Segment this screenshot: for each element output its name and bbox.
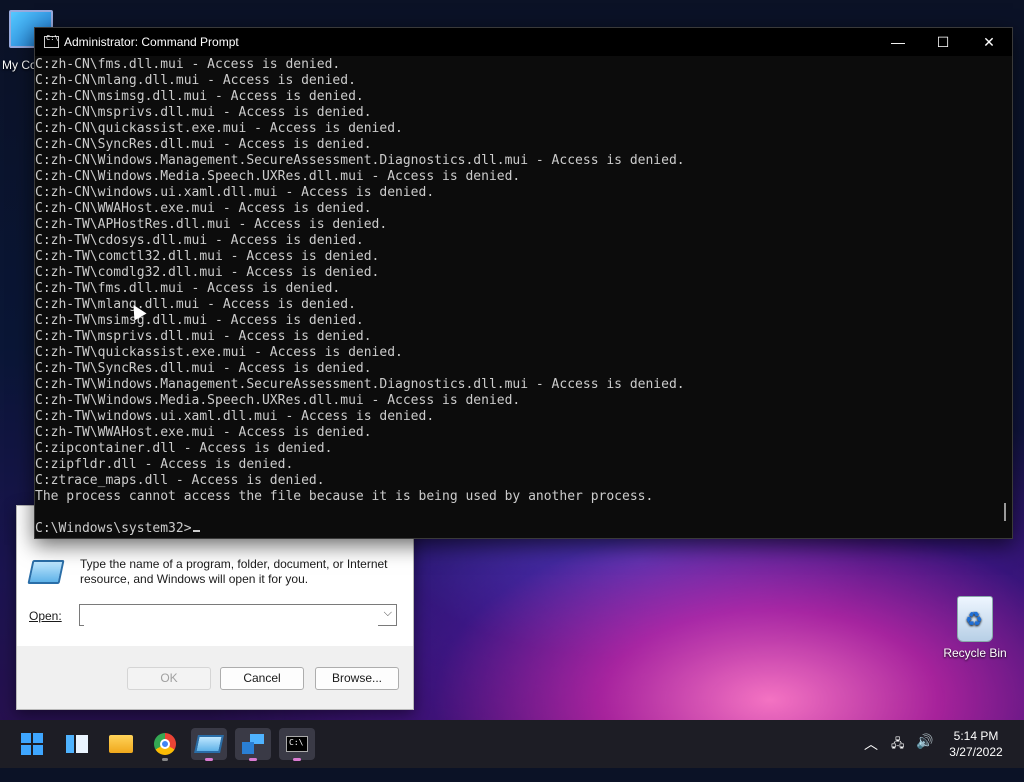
console-line: C:zh-TW\windows.ui.xaml.dll.mui - Access… (35, 409, 435, 424)
title-bar[interactable]: C:\ Administrator: Command Prompt — ☐ ✕ (35, 28, 1012, 56)
recycle-bin-label: Recycle Bin (943, 646, 1007, 660)
command-prompt-window: C:\ Administrator: Command Prompt — ☐ ✕ … (34, 27, 1013, 539)
console-line: C:zh-TW\Windows.Management.SecureAssessm… (35, 377, 685, 392)
widgets-icon (66, 735, 88, 753)
file-explorer-icon (109, 735, 133, 753)
running-indicator (205, 758, 213, 761)
ok-button[interactable]: OK (127, 667, 211, 690)
maximize-button[interactable]: ☐ (920, 28, 966, 56)
console-line: C:zh-CN\mlang.dll.mui - Access is denied… (35, 73, 356, 88)
console-line: C:zh-CN\WWAHost.exe.mui - Access is deni… (35, 201, 372, 216)
recycle-bin-icon: ♻ (957, 596, 993, 642)
console-line: C:zipfldr.dll - Access is denied. (35, 457, 294, 472)
cancel-button[interactable]: Cancel (220, 667, 304, 690)
text-cursor (192, 530, 200, 532)
console-line: C:zh-TW\msimsg.dll.mui - Access is denie… (35, 313, 364, 328)
run-icon (27, 560, 65, 584)
my-computer-label: My Co (2, 58, 37, 72)
run-taskbar-button[interactable] (191, 728, 227, 761)
console-line: C:zh-CN\msimsg.dll.mui - Access is denie… (35, 89, 364, 104)
command-prompt-taskbar-button[interactable]: C:\ (279, 728, 315, 761)
chrome-button[interactable] (147, 728, 183, 761)
open-combobox[interactable]: ⌵ (79, 604, 397, 626)
console-line: C:zh-TW\mlang.dll.mui - Access is denied… (35, 297, 356, 312)
console-line: C:ztrace_maps.dll - Access is denied. (35, 473, 325, 488)
open-label-text: Open: (29, 609, 62, 623)
console-line: C:zh-CN\Windows.Management.SecureAssessm… (35, 153, 685, 168)
console-line: C:zh-TW\comdlg32.dll.mui - Access is den… (35, 265, 380, 280)
window-title: Administrator: Command Prompt (64, 35, 239, 49)
console-line: C:zh-TW\fms.dll.mui - Access is denied. (35, 281, 341, 296)
remote-desktop-button[interactable] (235, 728, 271, 761)
console-line: C:zh-TW\quickassist.exe.mui - Access is … (35, 345, 403, 360)
console-line: C:zh-CN\Windows.Media.Speech.UXRes.dll.m… (35, 169, 521, 184)
command-prompt-icon: C:\ (44, 34, 59, 48)
open-label: Open: (29, 609, 62, 623)
command-prompt-line[interactable]: C:\Windows\system32> (35, 521, 997, 537)
clock-time: 5:14 PM (953, 729, 999, 743)
console-line: C:zipcontainer.dll - Access is denied. (35, 441, 333, 456)
chrome-icon (154, 733, 176, 755)
console-line: C:zh-CN\quickassist.exe.mui - Access is … (35, 121, 403, 136)
scrollbar[interactable] (998, 57, 1012, 537)
running-indicator (249, 758, 257, 761)
run-icon (194, 735, 224, 753)
console-line: C:zh-CN\windows.ui.xaml.dll.mui - Access… (35, 185, 435, 200)
start-button[interactable] (14, 728, 50, 760)
run-description: Type the name of a program, folder, docu… (80, 557, 388, 586)
console-line: C:zh-TW\msprivs.dll.mui - Access is deni… (35, 329, 372, 344)
remote-desktop-icon (242, 734, 264, 754)
file-explorer-button[interactable] (103, 728, 139, 760)
close-button[interactable]: ✕ (966, 28, 1012, 56)
console-line: C:zh-CN\SyncRes.dll.mui - Access is deni… (35, 137, 372, 152)
console-output[interactable]: C:zh-CN\fms.dll.mui - Access is denied. C… (35, 57, 997, 537)
console-line: C:zh-TW\cdosys.dll.mui - Access is denie… (35, 233, 364, 248)
widgets-button[interactable] (59, 728, 95, 760)
console-line: C:zh-TW\SyncRes.dll.mui - Access is deni… (35, 361, 372, 376)
chevron-down-icon[interactable]: ⌵ (384, 607, 392, 620)
clock[interactable]: 5:14 PM 3/27/2022 (944, 728, 1008, 760)
console-line: C:zh-TW\comctl32.dll.mui - Access is den… (35, 249, 380, 264)
open-input[interactable] (84, 606, 378, 626)
console-line: C:zh-CN\msprivs.dll.mui - Access is deni… (35, 105, 372, 120)
network-icon[interactable]: 🖧 (891, 734, 904, 782)
clock-date: 3/27/2022 (949, 745, 1003, 759)
console-line: C:zh-TW\WWAHost.exe.mui - Access is deni… (35, 425, 372, 440)
prompt-text: C:\Windows\system32> (35, 521, 192, 536)
console-line: C:zh-TW\Windows.Media.Speech.UXRes.dll.m… (35, 393, 521, 408)
console-line: C:zh-CN\fms.dll.mui - Access is denied. (35, 57, 341, 72)
running-indicator (293, 758, 301, 761)
console-line: C:zh-TW\APHostRes.dll.mui - Access is de… (35, 217, 388, 232)
show-hidden-icons-chevron-icon[interactable]: ︿ (864, 734, 878, 782)
running-indicator (162, 758, 168, 761)
recycle-bin-desktop-icon[interactable]: ♻ Recycle Bin (940, 596, 1010, 660)
browse-button[interactable]: Browse... (315, 667, 399, 690)
minimize-button[interactable]: — (875, 28, 921, 56)
scrollbar-thumb[interactable] (1004, 503, 1006, 521)
volume-icon[interactable]: 🔊 (916, 733, 933, 781)
start-icon (21, 733, 43, 755)
command-prompt-icon: C:\ (286, 736, 308, 752)
taskbar: C:\ ︿ 🖧 🔊 5:14 PM 3/27/2022 (0, 720, 1024, 768)
console-line: The process cannot access the file becau… (35, 489, 654, 504)
